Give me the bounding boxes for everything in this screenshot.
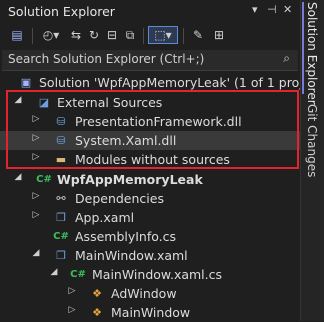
search-icon[interactable]: ⌕	[283, 51, 290, 66]
tree-item-label: MainWindow.xaml.cs	[92, 267, 223, 282]
class-icon: ❖	[92, 306, 102, 319]
tree-item-label: Solution 'WpfAppMemoryLeak' (1 of 1 proj…	[39, 75, 324, 90]
collapsed-arrow-icon[interactable]: ▷	[66, 305, 78, 315]
tree-item-main-window-xaml[interactable]: ◢ ❐ MainWindow.xaml	[0, 246, 300, 265]
tree-item-label: Dependencies	[75, 191, 164, 206]
side-tab-strip: Solution Explorer Git Changes	[300, 0, 324, 321]
toolbar: ▤ ◴▾ ⇆ ↻ ⊟ ⧉ ⬚▾ ✎ ⊞	[0, 24, 300, 48]
dropdown-icon[interactable]: ▾	[252, 3, 258, 16]
title-bar: Solution Explorer ▾ ⊣ ✕	[0, 0, 300, 24]
solution-explorer-pane: Solution Explorer ▾ ⊣ ✕ ▤ ◴▾ ⇆ ↻ ⊟ ⧉ ⬚▾ …	[0, 0, 324, 322]
solution-icon: ▣	[20, 76, 32, 89]
tree-item-label: App.xaml	[75, 210, 135, 225]
toolbar-separator	[183, 28, 184, 44]
show-all-files-icon[interactable]: ⧉	[122, 26, 138, 44]
csharp-project-icon: C#	[36, 174, 52, 185]
xaml-file-icon: ❐	[56, 211, 66, 224]
tree-item-label: AssemblyInfo.cs	[75, 229, 177, 244]
class-icon: ❖	[92, 287, 102, 300]
dependencies-icon: ⚯	[56, 192, 66, 205]
tree-item-ad-window[interactable]: ▷ ❖ AdWindow	[0, 284, 300, 303]
tab-solution-explorer[interactable]: Solution Explorer	[305, 2, 319, 105]
tree-item-label: MainWindow.xaml	[75, 248, 188, 263]
csharp-file-icon: C#	[70, 269, 86, 280]
xaml-file-icon: ❐	[56, 249, 66, 262]
close-icon[interactable]: ✕	[283, 3, 292, 16]
collapsed-arrow-icon[interactable]: ▷	[66, 286, 78, 296]
search-input[interactable]: Search Solution Explorer (Ctrl+;)	[8, 52, 204, 66]
tree-item-label: MainWindow	[111, 305, 191, 320]
tree-item-label: AdWindow	[111, 286, 177, 301]
refresh-icon[interactable]: ↻	[86, 26, 102, 44]
csharp-file-icon: C#	[53, 231, 69, 242]
panel-title: Solution Explorer	[8, 4, 115, 19]
tree-item-assembly-info[interactable]: C# AssemblyInfo.cs	[0, 227, 300, 246]
tree-item-label: WpfAppMemoryLeak	[57, 172, 203, 187]
tree-item-project[interactable]: ◢ C# WpfAppMemoryLeak	[0, 170, 300, 189]
toolbar-separator	[32, 28, 33, 44]
active-tab-indicator	[302, 2, 304, 94]
toolbar-separator	[143, 28, 144, 44]
tab-git-changes[interactable]: Git Changes	[305, 104, 319, 177]
properties-icon[interactable]: ✎	[190, 26, 206, 44]
tree-item-dependencies[interactable]: ▷ ⚯ Dependencies	[0, 189, 300, 208]
pin-icon[interactable]: ⊣	[267, 3, 277, 16]
tree-item-main-window-xaml-cs[interactable]: ◢ C# MainWindow.xaml.cs	[0, 265, 300, 284]
sync-icon[interactable]: ⇆	[68, 26, 84, 44]
expanded-arrow-icon[interactable]: ◢	[12, 172, 24, 182]
history-icon[interactable]: ◴▾	[38, 26, 64, 44]
pending-changes-filter-icon[interactable]: ⬚▾	[148, 26, 178, 44]
tree-item-main-window[interactable]: ▷ ❖ MainWindow	[0, 303, 300, 322]
collapsed-arrow-icon[interactable]: ▷	[30, 191, 42, 201]
expanded-arrow-icon[interactable]: ◢	[48, 267, 60, 277]
switch-views-icon[interactable]: ▤	[8, 26, 26, 44]
expanded-arrow-icon[interactable]: ◢	[30, 248, 42, 258]
collapsed-arrow-icon[interactable]: ▷	[30, 210, 42, 220]
search-box[interactable]: Search Solution Explorer (Ctrl+;) ⌕	[2, 50, 298, 71]
collapse-all-icon[interactable]: ⊟	[104, 26, 120, 44]
tree-item-app-xaml[interactable]: ▷ ❐ App.xaml	[0, 208, 300, 227]
preview-icon[interactable]: ⊞	[210, 26, 228, 44]
annotation-highlight-box	[6, 90, 299, 169]
